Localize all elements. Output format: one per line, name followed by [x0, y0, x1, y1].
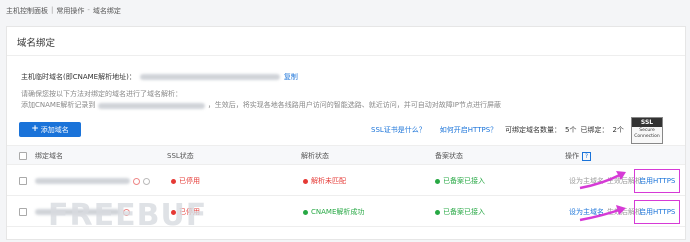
- dns-status-cell: CNAME解析成功: [303, 197, 364, 227]
- status-dot-icon: [303, 178, 308, 184]
- notice-line-2-suffix: ，生效后，将实现各地各线路用户访问的智能选路、就近访问，并可自动对故障IP节点进…: [207, 101, 501, 109]
- ssl-badge-bottom: Secure Connection: [634, 128, 660, 139]
- temp-domain-line: 主机临时域名(即CNAME解析地址)： 复制: [21, 72, 298, 82]
- breadcrumb-separator: -: [87, 6, 90, 14]
- ssl-status: 已停用: [179, 177, 200, 185]
- bindable-label: 可绑定域名数量：: [505, 126, 561, 134]
- watermark: FREEBUF: [48, 198, 208, 233]
- notice-line-1: 请确保您按以下方法对绑定的域名进行了域名解析：: [21, 90, 182, 98]
- redacted-temp-domain: [139, 74, 280, 80]
- breadcrumb: 主机控制面板 | 常用操作 - 域名绑定: [6, 6, 121, 16]
- ssl-badge-top: SSL: [632, 118, 662, 127]
- breadcrumb-item-control-panel[interactable]: 主机控制面板: [6, 6, 48, 16]
- enable-https-cell: 启用HTTPS: [634, 197, 681, 227]
- plus-icon: +: [31, 124, 39, 134]
- domain-quota: 可绑定域名数量： 5个 已绑定： 2个: [505, 125, 624, 135]
- row-checkbox[interactable]: [19, 177, 27, 185]
- dns-status: CNAME解析成功: [311, 208, 365, 216]
- col-actions: 操作 ?: [565, 146, 591, 166]
- col-dns-status: 解析状态: [301, 152, 329, 160]
- col-ssl-status: SSL状态: [167, 152, 194, 160]
- col-icp-status: 备案状态: [435, 152, 463, 160]
- breadcrumb-item-domain-binding: 域名绑定: [92, 7, 121, 15]
- status-dot-icon: [303, 209, 308, 215]
- ssl-status-cell: 已停用: [171, 166, 200, 196]
- row-checkbox[interactable]: [19, 208, 27, 216]
- add-domain-button[interactable]: + 添加域名: [19, 122, 81, 137]
- dns-status: 解析未匹配: [311, 177, 346, 185]
- divider: [7, 55, 685, 56]
- select-all-checkbox[interactable]: [19, 152, 27, 160]
- col-actions-label: 操作: [565, 152, 579, 160]
- copy-link[interactable]: 复制: [284, 72, 298, 82]
- redacted-domain: [35, 178, 130, 184]
- help-icon[interactable]: ?: [582, 151, 591, 161]
- help-links: SSL证书是什么？ 如何开启HTTPS？: [371, 125, 497, 135]
- row-select-cell: [19, 166, 27, 196]
- warning-icon: [133, 177, 140, 185]
- status-dot-icon: [171, 178, 176, 184]
- redacted-cname-target: [98, 102, 205, 109]
- temp-domain-label: 主机临时域名(即CNAME解析地址)：: [21, 73, 136, 81]
- enable-https-link[interactable]: 启用HTTPS: [634, 200, 681, 224]
- bound-label: 已绑定：: [580, 126, 609, 134]
- bound-value: 2个: [612, 126, 624, 134]
- domain-cell: [35, 166, 150, 196]
- bindable-value: 5个: [565, 126, 577, 134]
- row-select-cell: [19, 197, 27, 227]
- breadcrumb-item-common-ops[interactable]: 常用操作: [56, 6, 84, 16]
- icp-status: 已备案已接入: [443, 208, 485, 216]
- table-header: 绑定域名 SSL状态 解析状态 备案状态 操作 ?: [7, 145, 685, 165]
- info-icon[interactable]: [143, 177, 150, 185]
- https-help-link[interactable]: 如何开启HTTPS？: [440, 125, 497, 135]
- dns-status-cell: 解析未匹配: [303, 166, 346, 196]
- annotation-arrow-icon: [579, 171, 626, 190]
- page-title: 域名绑定: [17, 38, 56, 49]
- status-dot-icon: [435, 178, 440, 184]
- icp-status-cell: 已备案已接入: [435, 166, 485, 196]
- header-select-all-cell: [19, 146, 27, 166]
- enable-https-link[interactable]: 启用HTTPS: [634, 169, 681, 193]
- enable-https-cell: 启用HTTPS: [634, 166, 681, 196]
- notice-line-2-prefix: 添加CNAME解析记录到: [21, 101, 96, 109]
- status-dot-icon: [435, 209, 440, 215]
- annotation-arrow-icon: [579, 205, 626, 222]
- col-domain: 绑定域名: [35, 152, 63, 160]
- add-domain-label: 添加域名: [40, 125, 69, 134]
- icp-status-cell: 已备案已接入: [435, 197, 485, 227]
- ssl-secure-badge: SSL Secure Connection: [631, 117, 663, 144]
- dns-notice: 请确保您按以下方法对绑定的域名进行了域名解析： 添加CNAME解析记录到 ，生效…: [21, 89, 501, 111]
- icp-status: 已备案已接入: [443, 177, 485, 185]
- breadcrumb-separator: |: [51, 6, 54, 14]
- ssl-help-link[interactable]: SSL证书是什么？: [371, 125, 426, 135]
